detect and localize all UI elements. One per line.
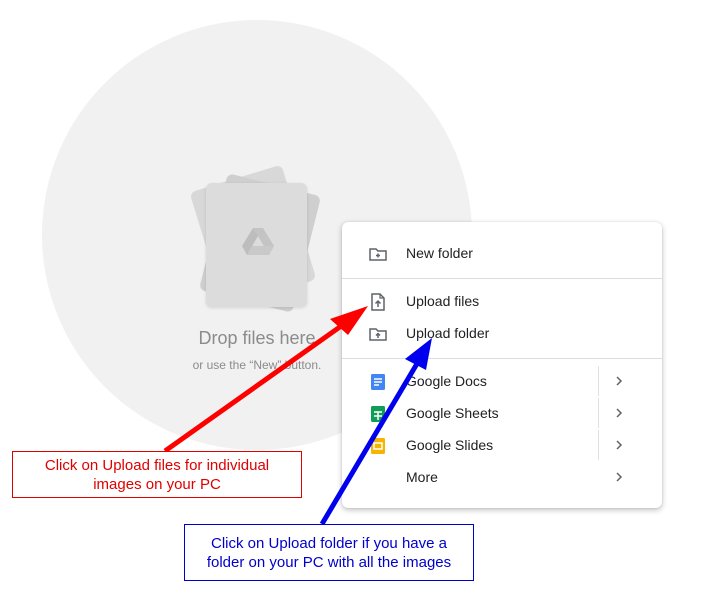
annotation-upload-files: Click on Upload files for individual ima…	[12, 451, 302, 498]
menu-item-google-sheets[interactable]: Google Sheets	[342, 398, 662, 428]
google-slides-icon	[371, 438, 385, 454]
chevron-right-icon	[616, 472, 623, 482]
drive-logo-icon	[242, 228, 274, 255]
menu-item-new-folder[interactable]: New folder	[342, 238, 662, 268]
chevron-right-icon	[616, 408, 623, 418]
menu-item-google-docs[interactable]: Google Docs	[342, 366, 662, 396]
menu-item-label: Upload files	[406, 293, 480, 309]
menu-item-label: More	[406, 469, 438, 485]
google-docs-icon	[371, 374, 385, 390]
upload-folder-icon	[369, 328, 387, 341]
menu-divider	[342, 358, 662, 359]
new-menu: New folder Upload files Upload folder Go…	[342, 222, 662, 508]
submenu-separator	[598, 366, 599, 396]
menu-item-label: Upload folder	[406, 325, 490, 341]
menu-item-label: Google Docs	[406, 373, 487, 389]
menu-item-upload-files[interactable]: Upload files	[342, 286, 662, 316]
drop-files-title: Drop files here	[198, 328, 316, 348]
menu-item-label: New folder	[406, 245, 473, 261]
submenu-separator	[598, 398, 599, 428]
new-folder-icon	[369, 248, 387, 261]
menu-item-google-slides[interactable]: Google Slides	[342, 430, 662, 460]
menu-item-upload-folder[interactable]: Upload folder	[342, 318, 662, 348]
menu-item-label: Google Slides	[406, 437, 494, 453]
menu-item-label: Google Sheets	[406, 405, 499, 421]
menu-item-more[interactable]: More	[342, 462, 662, 492]
chevron-right-icon	[616, 376, 623, 386]
upload-file-icon	[371, 293, 385, 311]
drop-files-subtitle: or use the “New” button.	[192, 358, 322, 372]
google-sheets-icon	[371, 406, 385, 422]
chevron-right-icon	[616, 440, 623, 450]
annotation-upload-folder: Click on Upload folder if you have a fol…	[184, 524, 474, 581]
menu-divider	[342, 278, 662, 279]
submenu-separator	[598, 430, 599, 460]
